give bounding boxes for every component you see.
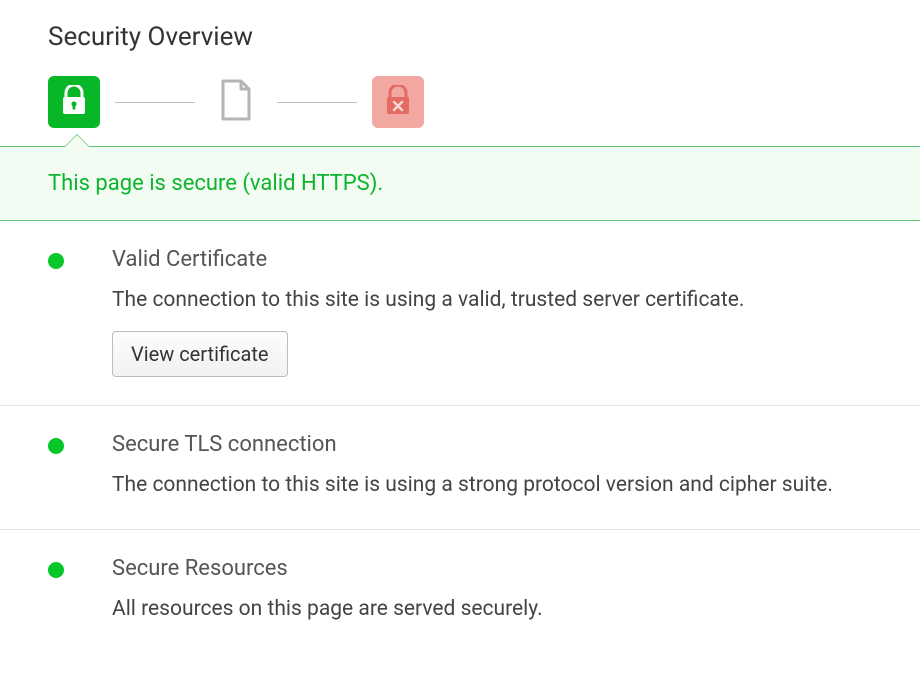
origin-file[interactable]: [210, 76, 262, 128]
security-status-banner: This page is secure (valid HTTPS).: [0, 146, 920, 221]
section-body: Secure Resources All resources on this p…: [112, 556, 872, 624]
security-sections: Valid Certificate The connection to this…: [0, 221, 920, 652]
section-resources: Secure Resources All resources on this p…: [0, 530, 920, 652]
connector-line: [115, 102, 195, 103]
status-dot-secure: [48, 253, 64, 269]
connector-line: [277, 102, 357, 103]
section-tls: Secure TLS connection The connection to …: [0, 406, 920, 529]
section-title: Secure TLS connection: [112, 432, 872, 457]
section-body: Valid Certificate The connection to this…: [112, 247, 872, 377]
view-certificate-button[interactable]: View certificate: [112, 331, 288, 377]
origin-selector-row: [0, 76, 920, 128]
section-desc: All resources on this page are served se…: [112, 595, 872, 624]
section-title: Secure Resources: [112, 556, 872, 581]
section-desc: The connection to this site is using a s…: [112, 471, 872, 500]
file-icon: [219, 79, 253, 125]
security-overview-panel: Security Overview: [0, 0, 920, 652]
section-desc: The connection to this site is using a v…: [112, 286, 872, 315]
origin-insecure[interactable]: [372, 76, 424, 128]
section-body: Secure TLS connection The connection to …: [112, 432, 872, 500]
section-certificate: Valid Certificate The connection to this…: [0, 221, 920, 406]
lock-icon: [61, 85, 87, 119]
banner-text: This page is secure (valid HTTPS).: [48, 171, 383, 196]
origin-main-secure[interactable]: [48, 76, 100, 128]
status-dot-secure: [48, 438, 64, 454]
section-title: Valid Certificate: [112, 247, 872, 272]
status-dot-secure: [48, 562, 64, 578]
selected-origin-arrow-fill: [65, 135, 89, 147]
page-title: Security Overview: [0, 22, 920, 52]
lock-x-icon: [385, 85, 411, 119]
